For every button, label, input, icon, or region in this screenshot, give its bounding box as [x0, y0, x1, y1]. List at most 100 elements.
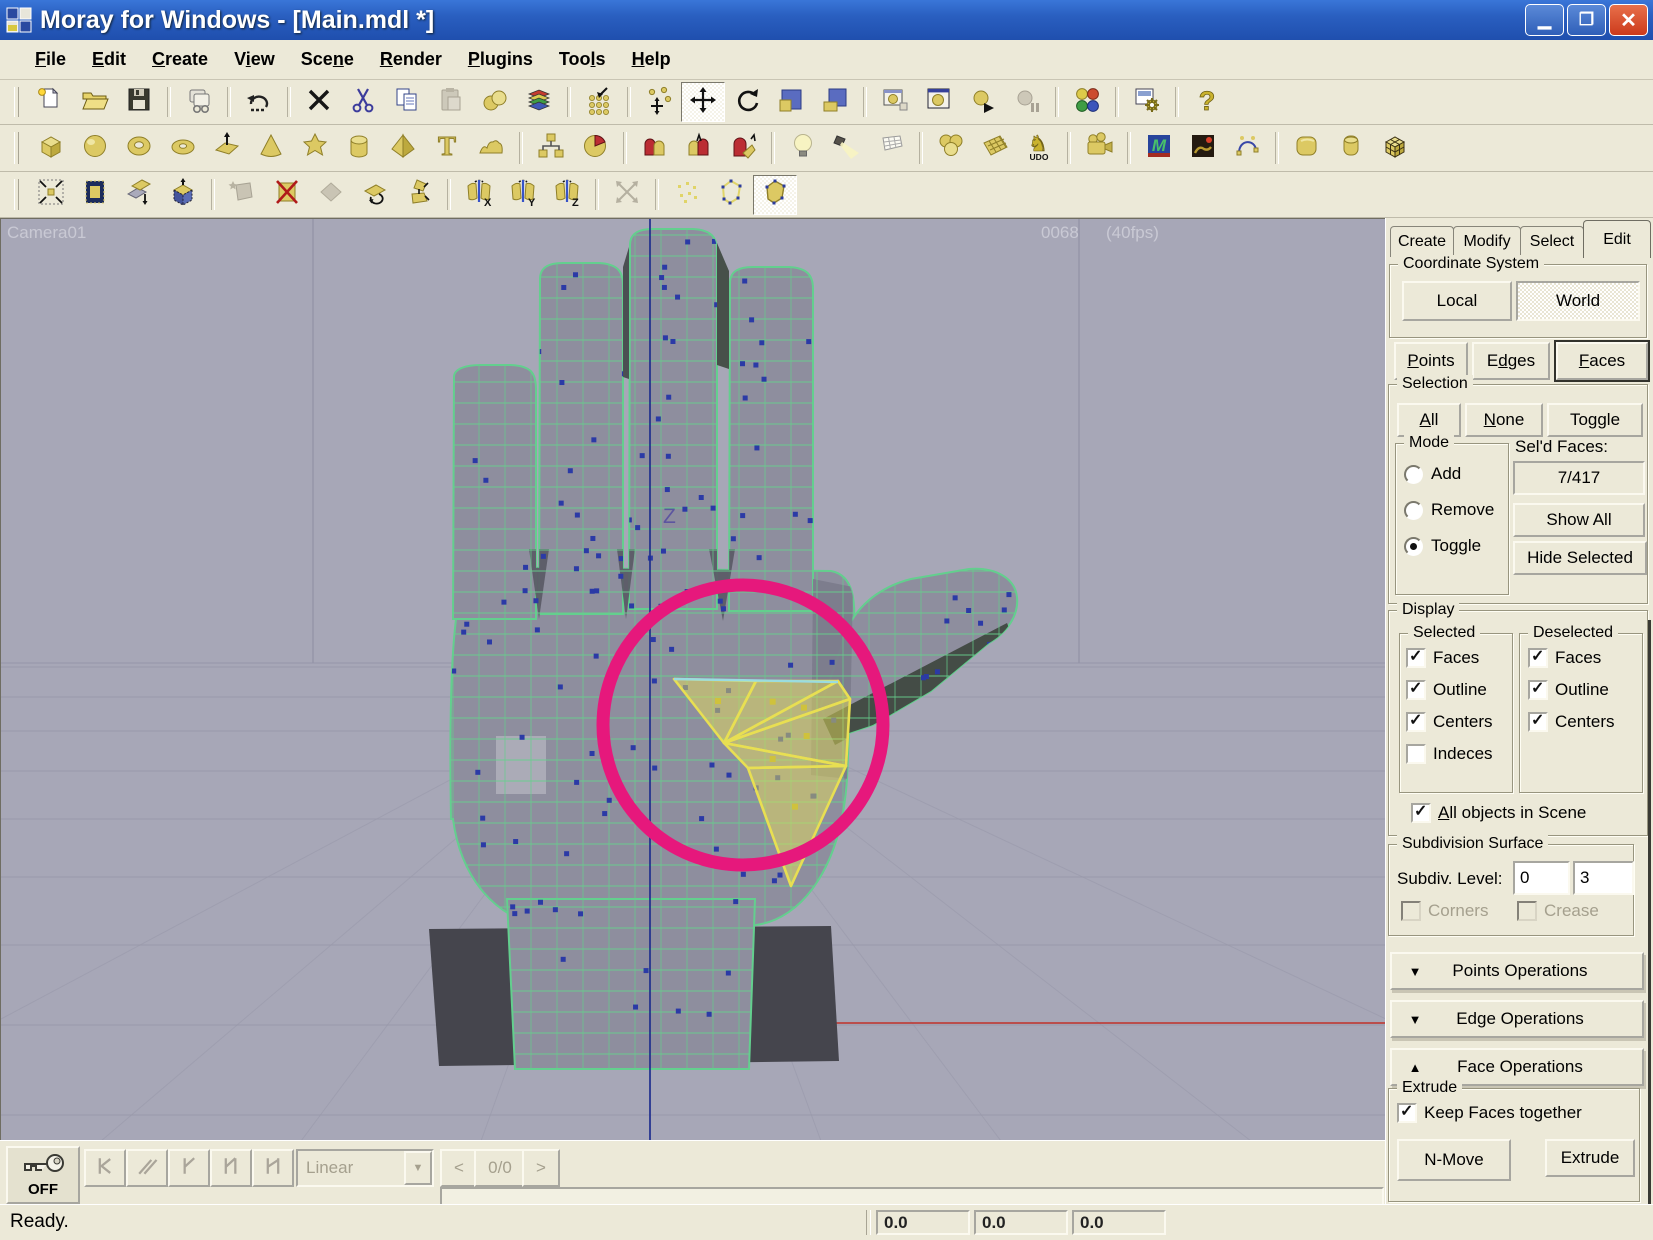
- select-none-button[interactable]: None: [1465, 403, 1543, 437]
- menu-item-create[interactable]: Create: [139, 45, 221, 74]
- mode-remove-radio[interactable]: Remove: [1404, 500, 1494, 520]
- viewport[interactable]: Camera01 0068 (40fps) Z: [0, 218, 1385, 1140]
- checkbox-deselected-faces[interactable]: Faces: [1528, 648, 1601, 668]
- mode-add-radio[interactable]: Add: [1404, 464, 1461, 484]
- help-button[interactable]: ?: [1185, 82, 1229, 122]
- bezier-patch-button[interactable]: [1225, 128, 1269, 168]
- delete-button[interactable]: [297, 82, 341, 122]
- tab-select[interactable]: Select: [1520, 226, 1584, 257]
- csg-object-button[interactable]: [573, 128, 617, 168]
- checkbox-selected-centers[interactable]: Centers: [1406, 712, 1493, 732]
- subdivision-cube-button[interactable]: [1373, 128, 1417, 168]
- keyframe-toggle-button[interactable]: OFF: [6, 1146, 80, 1204]
- move-button[interactable]: [681, 82, 725, 122]
- material-editor-button[interactable]: M: [1137, 128, 1181, 168]
- torus-button[interactable]: [117, 128, 161, 168]
- toolbar-grip[interactable]: [14, 87, 19, 118]
- viewport-canvas[interactable]: [1, 219, 1386, 1141]
- undo-button[interactable]: [237, 82, 281, 122]
- disc-button[interactable]: [161, 128, 205, 168]
- subdiv-level-min-input[interactable]: 0: [1513, 861, 1570, 895]
- rotate-button[interactable]: [725, 82, 769, 122]
- save-file-button[interactable]: [117, 82, 161, 122]
- heightfield-button[interactable]: [469, 128, 513, 168]
- checkbox-selected-faces[interactable]: Faces: [1406, 648, 1479, 668]
- cut-button[interactable]: [341, 82, 385, 122]
- menu-item-tools[interactable]: Tools: [546, 45, 619, 74]
- minimize-button[interactable]: ▁: [1525, 4, 1564, 36]
- hierarchy-button[interactable]: [529, 128, 573, 168]
- box-button[interactable]: [29, 128, 73, 168]
- checkbox-deselected-centers[interactable]: Centers: [1528, 712, 1615, 732]
- shrink-selection-button[interactable]: [29, 175, 73, 215]
- rounded-box-button[interactable]: [1285, 128, 1329, 168]
- sweep-blob-button[interactable]: [473, 82, 517, 122]
- mode-toggle-radio[interactable]: Toggle: [1404, 536, 1481, 556]
- extrude-region-button[interactable]: [117, 175, 161, 215]
- toolbar-grip[interactable]: [14, 179, 19, 211]
- mirror-x-button[interactable]: X: [457, 175, 501, 215]
- checkbox-selected-indeces[interactable]: Indeces: [1406, 744, 1493, 764]
- render-window-button[interactable]: [873, 82, 917, 122]
- sphere-button[interactable]: [73, 128, 117, 168]
- select-all-button[interactable]: All: [1397, 403, 1461, 437]
- select-toggle-button[interactable]: Toggle: [1547, 403, 1643, 437]
- render-scene-button[interactable]: [177, 82, 221, 122]
- points-operations-button[interactable]: ▼ Points Operations: [1390, 952, 1644, 990]
- blob-group-button[interactable]: [929, 128, 973, 168]
- scale-button[interactable]: [769, 82, 813, 122]
- spot-light-button[interactable]: [825, 128, 869, 168]
- select-points-button[interactable]: [637, 82, 681, 122]
- bounding-box-button[interactable]: [73, 175, 117, 215]
- tab-create[interactable]: Create: [1390, 226, 1454, 257]
- faces-button[interactable]: Faces: [1556, 342, 1648, 380]
- cylinder-button[interactable]: [337, 128, 381, 168]
- local-button[interactable]: Local: [1402, 281, 1512, 321]
- render-settings-button[interactable]: [1125, 82, 1169, 122]
- split-face-button[interactable]: [397, 175, 441, 215]
- outline-mode-button[interactable]: [709, 175, 753, 215]
- tab-modify[interactable]: Modify: [1453, 226, 1521, 257]
- cone-button[interactable]: [249, 128, 293, 168]
- show-all-button[interactable]: Show All: [1513, 503, 1645, 537]
- close-button[interactable]: ✕: [1609, 4, 1648, 36]
- text-object-button[interactable]: T: [425, 128, 469, 168]
- toolbar-grip[interactable]: [14, 132, 19, 164]
- menu-item-file[interactable]: File: [22, 45, 79, 74]
- points-mode-button[interactable]: [665, 175, 709, 215]
- layers-button[interactable]: [517, 82, 561, 122]
- snap-grid-button[interactable]: [577, 82, 621, 122]
- texture-editor-button[interactable]: [1181, 128, 1225, 168]
- restore-button[interactable]: ❐: [1567, 4, 1606, 36]
- point-light-button[interactable]: [781, 128, 825, 168]
- csg-difference-button[interactable]: [721, 128, 765, 168]
- plane-button[interactable]: [205, 128, 249, 168]
- extrude-normal-button[interactable]: [161, 175, 205, 215]
- n-move-button[interactable]: N-Move: [1397, 1139, 1511, 1181]
- menu-item-edit[interactable]: Edit: [79, 45, 139, 74]
- area-light-button[interactable]: [869, 128, 913, 168]
- materials-button[interactable]: [1065, 82, 1109, 122]
- menu-item-view[interactable]: View: [221, 45, 288, 74]
- pyramid-button[interactable]: [381, 128, 425, 168]
- extrude-button[interactable]: Extrude: [1545, 1139, 1635, 1177]
- menu-item-scene[interactable]: Scene: [288, 45, 367, 74]
- udo-object-button[interactable]: ♞UDO: [1017, 128, 1061, 168]
- camera-button[interactable]: [1077, 128, 1121, 168]
- menu-item-render[interactable]: Render: [367, 45, 455, 74]
- delete-face-button[interactable]: [265, 175, 309, 215]
- tab-edit[interactable]: Edit: [1583, 220, 1651, 258]
- edge-operations-button[interactable]: ▼ Edge Operations: [1390, 1000, 1644, 1038]
- mirror-z-button[interactable]: Z: [545, 175, 589, 215]
- csg-intersection-button[interactable]: [677, 128, 721, 168]
- faces-mode-button[interactable]: [753, 175, 797, 215]
- render-current-button[interactable]: [917, 82, 961, 122]
- checkbox-deselected-outline[interactable]: Outline: [1528, 680, 1609, 700]
- render-continue-button[interactable]: [961, 82, 1005, 122]
- copy-button[interactable]: [385, 82, 429, 122]
- menu-item-help[interactable]: Help: [619, 45, 684, 74]
- checkbox-all-objects[interactable]: All objects in Scene: [1411, 803, 1586, 823]
- checkbox-selected-outline[interactable]: Outline: [1406, 680, 1487, 700]
- checkbox-keep-faces[interactable]: Keep Faces together: [1397, 1103, 1582, 1123]
- blob-button[interactable]: [293, 128, 337, 168]
